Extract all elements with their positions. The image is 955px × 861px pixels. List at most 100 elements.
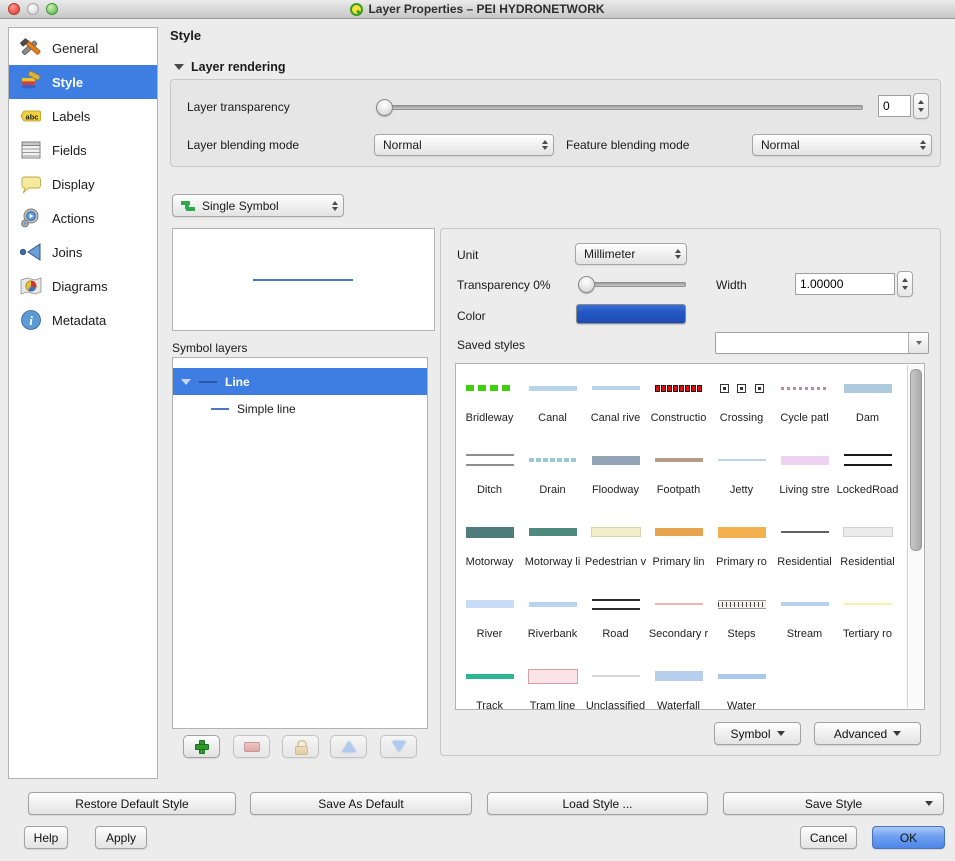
slider-knob[interactable] <box>376 99 393 116</box>
style-item[interactable]: Track <box>458 658 521 710</box>
style-item[interactable]: Ditch <box>458 442 521 514</box>
tree-row-simple-line[interactable]: Simple line <box>173 395 427 422</box>
style-item[interactable]: Steps <box>710 586 773 658</box>
style-item-label: Cycle patl <box>780 412 828 424</box>
style-swatch <box>529 602 577 607</box>
down-arrow-icon <box>392 741 406 752</box>
expander-icon[interactable] <box>181 379 191 385</box>
remove-symbol-layer-button[interactable] <box>233 735 270 758</box>
slider-knob[interactable] <box>578 276 595 293</box>
style-item[interactable]: Stream <box>773 586 836 658</box>
style-item[interactable]: Living stre <box>773 442 836 514</box>
save-style-label: Save Style <box>805 797 862 811</box>
style-item[interactable]: Tertiary ro <box>836 586 899 658</box>
renderer-type-select[interactable]: Single Symbol <box>172 194 344 217</box>
style-item[interactable]: Tram line <box>521 658 584 710</box>
style-item-label: Pedestrian v <box>585 556 646 568</box>
layer-transparency-stepper[interactable] <box>913 93 929 119</box>
style-item[interactable]: Primary ro <box>710 514 773 586</box>
sidebar-item-style[interactable]: Style <box>9 65 157 99</box>
sidebar-item-fields[interactable]: Fields <box>9 133 157 167</box>
load-style-label: Load Style ... <box>562 797 632 811</box>
width-stepper[interactable] <box>897 271 913 297</box>
paintbrush-icon <box>19 70 43 94</box>
step-down-icon[interactable] <box>918 108 924 112</box>
style-item[interactable]: Footpath <box>647 442 710 514</box>
style-item[interactable]: Secondary r <box>647 586 710 658</box>
style-item[interactable]: Water <box>710 658 773 710</box>
sidebar-item-general[interactable]: General <box>9 31 157 65</box>
style-item[interactable]: Road <box>584 586 647 658</box>
style-swatch-wrap <box>710 370 773 406</box>
saved-styles-input[interactable] <box>716 333 908 353</box>
style-item[interactable]: Residential <box>836 514 899 586</box>
layer-transparency-value-input[interactable] <box>878 95 911 117</box>
style-item[interactable]: Constructio <box>647 370 710 442</box>
style-item[interactable]: Crossing <box>710 370 773 442</box>
layer-rendering-section-header[interactable]: Layer rendering <box>174 60 285 74</box>
width-input[interactable] <box>795 273 895 295</box>
style-item[interactable]: LockedRoad <box>836 442 899 514</box>
style-item[interactable]: Jetty <box>710 442 773 514</box>
combo-dropdown-button[interactable] <box>908 333 928 353</box>
style-item[interactable]: Cycle patl <box>773 370 836 442</box>
gallery-scrollbar[interactable] <box>907 365 923 708</box>
lock-icon <box>295 740 307 753</box>
style-item[interactable]: Bridleway <box>458 370 521 442</box>
style-item[interactable]: Unclassified <box>584 658 647 710</box>
style-swatch <box>718 674 766 679</box>
symbol-transparency-slider[interactable] <box>578 276 686 291</box>
style-item[interactable]: Canal rive <box>584 370 647 442</box>
style-item[interactable]: Waterfall <box>647 658 710 710</box>
restore-default-style-label: Restore Default Style <box>75 797 188 811</box>
style-swatch-wrap <box>773 442 836 478</box>
save-as-default-button[interactable]: Save As Default <box>250 792 472 815</box>
style-item[interactable]: Primary lin <box>647 514 710 586</box>
style-item[interactable]: Motorway <box>458 514 521 586</box>
apply-button[interactable]: Apply <box>95 826 147 849</box>
gallery-scrollbar-thumb[interactable] <box>910 369 922 551</box>
sidebar-item-display[interactable]: Display <box>9 167 157 201</box>
add-symbol-layer-button[interactable] <box>183 735 220 758</box>
tree-row-line[interactable]: Line <box>173 368 427 395</box>
layer-transparency-slider[interactable] <box>376 99 863 114</box>
load-style-button[interactable]: Load Style ... <box>487 792 708 815</box>
unit-select[interactable]: Millimeter <box>575 243 687 265</box>
saved-styles-combo[interactable] <box>715 332 929 354</box>
tools-icon <box>19 36 43 60</box>
style-item[interactable]: River <box>458 586 521 658</box>
ok-button[interactable]: OK <box>872 826 945 849</box>
feature-blending-select[interactable]: Normal <box>752 134 932 156</box>
layer-blending-select[interactable]: Normal <box>374 134 554 156</box>
style-item[interactable]: Motorway li <box>521 514 584 586</box>
move-layer-down-button[interactable] <box>380 735 417 758</box>
style-gallery: BridlewayCanalCanal riveConstructioCross… <box>455 363 925 710</box>
style-item[interactable]: Dam <box>836 370 899 442</box>
style-item[interactable]: Riverbank <box>521 586 584 658</box>
sidebar-item-labels[interactable]: abcLabels <box>9 99 157 133</box>
step-up-icon[interactable] <box>918 100 924 104</box>
sidebar-item-metadata[interactable]: iMetadata <box>9 303 157 337</box>
save-style-button[interactable]: Save Style <box>723 792 944 815</box>
style-swatch-wrap <box>458 370 521 406</box>
style-item[interactable]: Residential <box>773 514 836 586</box>
step-down-icon[interactable] <box>902 286 908 290</box>
style-item[interactable]: Floodway <box>584 442 647 514</box>
sidebar-item-actions[interactable]: Actions <box>9 201 157 235</box>
style-item-label: Ditch <box>477 484 502 496</box>
style-item[interactable]: Canal <box>521 370 584 442</box>
style-item[interactable]: Drain <box>521 442 584 514</box>
help-button[interactable]: Help <box>24 826 68 849</box>
lock-symbol-layer-button[interactable] <box>282 735 319 758</box>
color-button[interactable] <box>576 304 686 324</box>
sidebar-item-diagrams[interactable]: Diagrams <box>9 269 157 303</box>
sidebar-item-joins[interactable]: Joins <box>9 235 157 269</box>
symbol-menu-button[interactable]: Symbol <box>714 722 801 745</box>
advanced-menu-button[interactable]: Advanced <box>814 722 921 745</box>
slider-track[interactable] <box>376 105 863 110</box>
step-up-icon[interactable] <box>902 278 908 282</box>
style-item[interactable]: Pedestrian v <box>584 514 647 586</box>
restore-default-style-button[interactable]: Restore Default Style <box>28 792 236 815</box>
cancel-button[interactable]: Cancel <box>800 826 857 849</box>
move-layer-up-button[interactable] <box>330 735 367 758</box>
